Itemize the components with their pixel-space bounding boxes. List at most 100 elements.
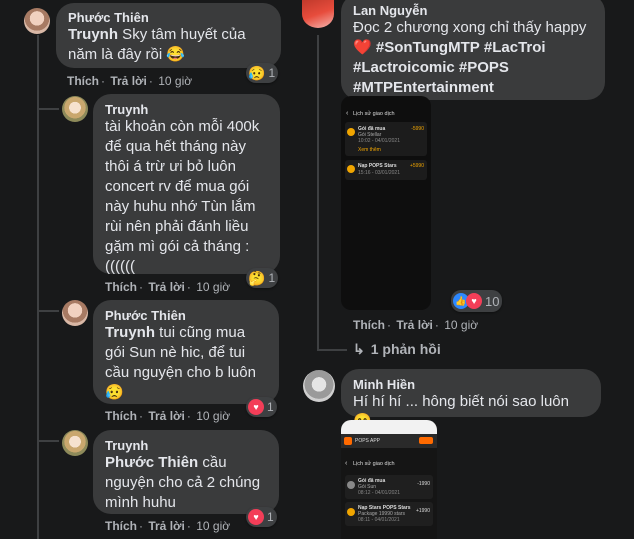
comment-bubble: Truynh tài khoản còn mỗi 400k để qua hết…	[93, 94, 280, 275]
comment-bubble: Phước Thiên Truynh Sky tâm huyết của năm…	[56, 3, 281, 68]
row-amount: -1990	[417, 481, 430, 487]
reply-link[interactable]: Trả lời	[148, 409, 185, 423]
comment-body: tài khoản còn mỗi 400k để qua hết tháng …	[105, 118, 260, 275]
like-link[interactable]: Thích	[105, 409, 137, 423]
hashtag-link[interactable]: #Lactroicomic	[353, 59, 455, 76]
comment-text: Phước Thiên cầu nguyện cho cả 2 chúng mì…	[105, 453, 267, 513]
row-amount: -5990	[411, 126, 424, 132]
screenshot-title: Lịch sử giao dịch	[353, 461, 395, 467]
thread-line-branch	[37, 108, 59, 110]
comment-actions: Thích · Trả lời · 10 giờ	[105, 409, 231, 423]
replies-count: 1 phản hồi	[370, 341, 441, 357]
reply-link[interactable]: Trả lời	[148, 519, 185, 533]
comment-bubble: Phước Thiên Truynh tui cũng mua gói Sun …	[93, 300, 279, 404]
thread-line-vertical	[317, 35, 319, 351]
reaction-count: 1	[267, 510, 274, 524]
reaction-badge[interactable]: 🤔 1	[246, 268, 279, 288]
love-reaction-icon: ♥	[248, 509, 264, 525]
row-title: Nạp POPS Stars	[358, 163, 397, 169]
comment-actions: Thích · Trả lời · 10 giờ	[105, 519, 231, 533]
pops-coin-icon	[347, 128, 355, 136]
row-tag: Xem thêm	[358, 147, 381, 153]
row-date: 10:02 - 04/01/2021	[358, 138, 400, 144]
comment-bubble: Lan Nguyễn Đọc 2 chương xong chỉ thấy ha…	[341, 0, 605, 100]
comment-author[interactable]: Phước Thiên	[68, 10, 269, 25]
comment-time[interactable]: 10 giờ	[196, 409, 230, 423]
love-reaction-icon: ♥	[466, 293, 482, 309]
screenshot-back-icon: ‹	[345, 460, 348, 467]
attached-screenshot[interactable]: ‹ Lịch sử giao dịch Gói đã mua Gói Stell…	[341, 96, 431, 310]
hashtag-link[interactable]: #POPS	[459, 59, 509, 76]
app-name: POPS APP	[355, 438, 381, 444]
screenshot-browser-bar	[341, 420, 437, 434]
reply-link[interactable]: Trả lời	[396, 318, 433, 332]
reaction-count: 1	[268, 66, 276, 80]
reaction-count: 10	[485, 293, 500, 309]
attached-screenshot[interactable]: POPS APP ‹ Lịch sử giao dịch Gói đã mua …	[341, 420, 437, 539]
love-reaction-icon: ♥	[248, 399, 264, 415]
comment-author[interactable]: Truynh	[105, 102, 268, 117]
thread-line-branch	[37, 440, 59, 442]
like-link[interactable]: Thích	[67, 74, 99, 88]
avatar[interactable]	[24, 8, 50, 34]
package-icon	[347, 481, 355, 489]
comment-text: Truynh Sky tâm huyết của năm là đây rồi …	[68, 25, 269, 65]
comment-author[interactable]: Lan Nguyễn	[353, 3, 593, 18]
comment-bubble: Minh Hiền Hí hí hí ... hông biết nói sao…	[341, 369, 601, 430]
avatar[interactable]	[302, 0, 334, 28]
like-link[interactable]: Thích	[105, 280, 137, 294]
reply-link[interactable]: Trả lời	[148, 280, 185, 294]
view-replies-link[interactable]: ↳ 1 phản hồi	[353, 341, 441, 358]
reaction-badge[interactable]: ♥ 1	[246, 507, 277, 527]
screenshot-row: Nạp Stars POPS Stars Package 19990 stars…	[345, 502, 433, 526]
like-link[interactable]: Thích	[105, 519, 137, 533]
screenshot-title: Lịch sử giao dịch	[353, 111, 395, 117]
reaction-badge[interactable]: 😥 1	[246, 63, 279, 83]
avatar[interactable]	[62, 300, 88, 326]
avatar[interactable]	[303, 370, 335, 402]
reaction-count: 1	[267, 400, 274, 414]
reply-link[interactable]: Trả lời	[110, 74, 147, 88]
hashtag-link[interactable]: #SonTungMTP	[376, 39, 480, 56]
mention-link[interactable]: Truynh	[105, 324, 155, 341]
thread-line-vertical	[37, 35, 39, 539]
pops-coin-icon	[347, 508, 355, 516]
thread-line-branch	[37, 310, 59, 312]
reaction-badge[interactable]: ♥ 1	[246, 397, 277, 417]
comment-author[interactable]: Truynh	[105, 438, 267, 453]
avatar[interactable]	[62, 96, 88, 122]
comment-actions: Thích · Trả lời · 10 giờ	[105, 280, 231, 294]
row-date: 08:11 - 04/01/2021	[358, 517, 400, 523]
row-date: 08:12 - 04/01/2021	[358, 490, 400, 496]
comment-time[interactable]: 10 giờ	[196, 280, 230, 294]
row-amount: +5990	[409, 163, 424, 169]
screenshot-back-icon: ‹	[346, 110, 349, 117]
screenshot-row: Gói đã mua Gói Sun 08:12 - 04/01/2021 -1…	[345, 475, 433, 499]
pops-coin-icon	[347, 165, 355, 173]
screenshot-app-banner: POPS APP	[341, 434, 437, 448]
hashtag-link[interactable]: #LacTroi	[484, 39, 546, 56]
reaction-badge[interactable]: 👍 ♥ 10	[451, 290, 503, 312]
comment-text: Truynh tui cũng mua gói Sun nè hic, để t…	[105, 323, 267, 403]
comment-author[interactable]: Phước Thiên	[105, 308, 267, 323]
screenshot-row: Gói đã mua Gói Stellar 10:02 - 04/01/202…	[345, 122, 427, 156]
reaction-count: 1	[268, 271, 276, 285]
comment-bubble: Truynh Phước Thiên cầu nguyện cho cả 2 c…	[93, 430, 279, 514]
pops-logo-icon	[344, 437, 352, 445]
open-app-button	[419, 437, 433, 444]
comment-actions: Thích · Trả lời · 10 giờ	[67, 74, 193, 88]
hashtag-link[interactable]: #MTPEntertainment	[353, 79, 494, 96]
screenshot-row: Nạp POPS Stars 15:16 - 03/01/2021 +5990	[345, 160, 427, 180]
comment-time[interactable]: 10 giờ	[196, 519, 230, 533]
comment-author[interactable]: Minh Hiền	[353, 377, 589, 392]
comment-time[interactable]: 10 giờ	[444, 318, 478, 332]
row-amount: +1990	[415, 508, 430, 514]
avatar[interactable]	[62, 430, 88, 456]
like-link[interactable]: Thích	[353, 318, 385, 332]
sad-reaction-icon: 😥	[248, 65, 266, 81]
thinking-reaction-icon: 🤔	[248, 270, 266, 286]
mention-link[interactable]: Phước Thiên	[105, 454, 198, 471]
mention-link[interactable]: Truynh	[68, 26, 118, 43]
comment-time[interactable]: 10 giờ	[158, 74, 192, 88]
comment-actions: Thích · Trả lời · 10 giờ	[353, 318, 479, 332]
